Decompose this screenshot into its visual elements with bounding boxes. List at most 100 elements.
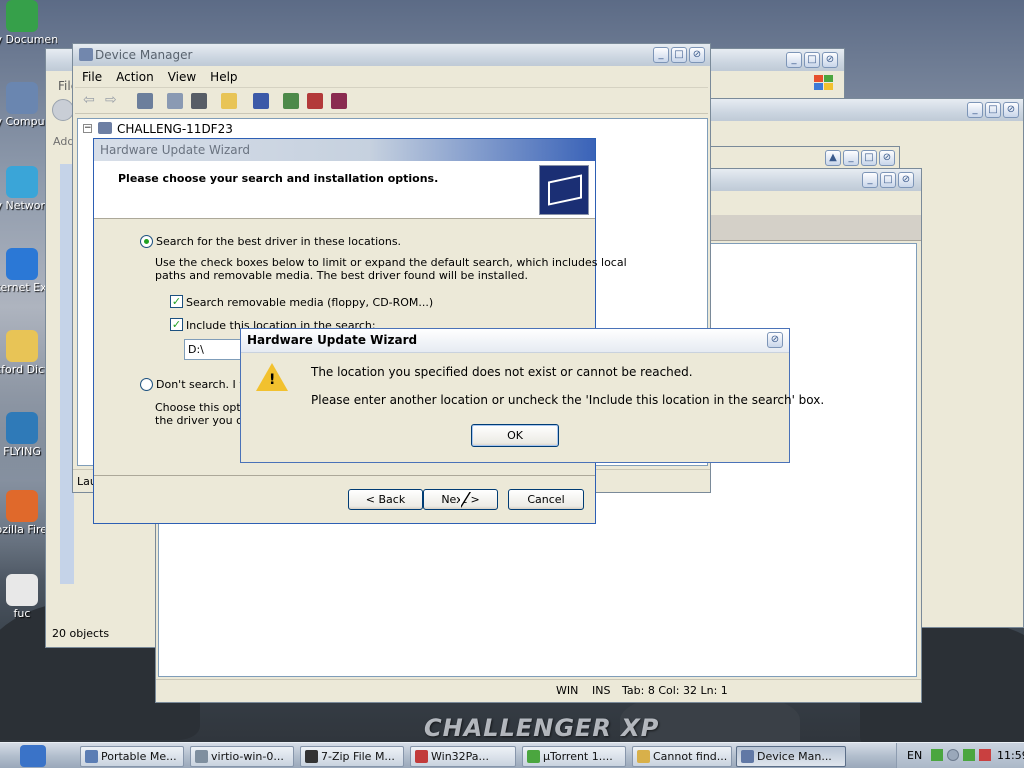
desktop-icon-label: My Documents xyxy=(0,34,58,46)
warning-exclamation-icon: ! xyxy=(269,372,276,388)
taskbar-app-icon xyxy=(527,750,540,763)
taskbar-button[interactable]: µTorrent 1.... xyxy=(522,746,626,767)
taskbar-app-icon xyxy=(305,750,318,763)
minimize-button[interactable]: _ xyxy=(967,102,983,118)
minimize-button[interactable]: _ xyxy=(653,47,669,63)
help-icon[interactable] xyxy=(221,93,237,109)
editor-status-bar: WIN INS Tab: 8 Col: 32 Ln: 1 xyxy=(156,679,921,701)
removable-media-checkbox[interactable]: ✓ xyxy=(170,295,183,308)
tray-volume-icon[interactable] xyxy=(947,749,959,761)
desktop-icon-image xyxy=(6,166,38,198)
taskbar-button-label: Device Man... xyxy=(757,750,832,763)
search-option-radio[interactable] xyxy=(140,235,153,248)
desktop-icon-image xyxy=(6,330,38,362)
close-button[interactable]: ⊘ xyxy=(822,52,838,68)
taskbar-button[interactable]: Cannot find... xyxy=(632,746,732,767)
desktop-brand-text: CHALLENGER XP xyxy=(424,714,660,742)
desktop-icon-image xyxy=(6,0,38,32)
mouse-cursor-icon xyxy=(460,491,470,507)
search-option-label[interactable]: Search for the best driver in these loca… xyxy=(156,235,401,248)
close-button[interactable]: ⊘ xyxy=(1003,102,1019,118)
taskbar: Portable Me... virtio-win-0... 7-Zip File … xyxy=(0,742,1024,768)
tree-root-computer[interactable]: CHALLENG-11DF23 xyxy=(117,122,233,136)
tray-app-icon[interactable] xyxy=(931,749,943,761)
background-window-title-bar[interactable]: _ □ ⊘ xyxy=(701,99,1023,121)
forward-arrow-icon[interactable]: ⇨ xyxy=(105,93,121,109)
explorer-status-text: 20 objects xyxy=(52,627,110,640)
maximize-button[interactable]: □ xyxy=(880,172,896,188)
wizard-title: Hardware Update Wizard xyxy=(100,143,250,157)
tree-collapse-icon[interactable]: − xyxy=(83,124,92,133)
status-ins: INS xyxy=(592,684,611,697)
uninstall-icon[interactable] xyxy=(307,93,323,109)
alert-message-2: Please enter another location or uncheck… xyxy=(311,393,825,407)
taskbar-button[interactable]: Device Man... xyxy=(736,746,846,767)
taskbar-app-icon xyxy=(415,750,428,763)
tray-clock: 11:59 م xyxy=(997,749,1024,762)
back-button[interactable]: < Back xyxy=(348,489,423,510)
taskbar-button[interactable]: Win32Pa... xyxy=(410,746,516,767)
menu-help[interactable]: Help xyxy=(203,66,244,88)
menu-file[interactable]: File xyxy=(75,66,109,88)
device-manager-title-bar[interactable]: Device Manager _ □ ⊘ xyxy=(73,44,710,66)
wizard-heading: Please choose your search and installati… xyxy=(118,172,439,185)
taskbar-button-label: µTorrent 1.... xyxy=(543,750,613,763)
menu-action[interactable]: Action xyxy=(109,66,161,88)
menu-view[interactable]: View xyxy=(161,66,203,88)
tray-network-icon[interactable] xyxy=(963,749,975,761)
minimize-button[interactable]: _ xyxy=(843,150,859,166)
print-icon[interactable] xyxy=(191,93,207,109)
taskbar-app-icon xyxy=(741,750,754,763)
close-button[interactable]: ⊘ xyxy=(689,47,705,63)
scroll-up-icon[interactable]: ▲ xyxy=(825,150,841,166)
system-tray: EN 11:59 م xyxy=(896,743,1024,768)
taskbar-button[interactable]: 7-Zip File M... xyxy=(300,746,404,767)
properties-icon[interactable] xyxy=(167,93,183,109)
desktop-icon[interactable]: My Documents xyxy=(0,0,58,46)
device-manager-title: Device Manager xyxy=(95,48,193,62)
cancel-button[interactable]: Cancel xyxy=(508,489,584,510)
search-description-line1: Use the check boxes below to limit or ex… xyxy=(155,256,627,269)
hardware-icon xyxy=(539,165,589,215)
language-indicator[interactable]: EN xyxy=(907,749,922,762)
show-hide-tree-icon[interactable] xyxy=(137,93,153,109)
background-window-small[interactable]: ▲ _ □ ⊘ xyxy=(700,146,900,170)
close-button[interactable]: ⊘ xyxy=(898,172,914,188)
taskbar-app-icon xyxy=(637,750,650,763)
disable-device-icon[interactable] xyxy=(331,93,347,109)
alert-message-1: The location you specified does not exis… xyxy=(311,365,693,379)
alert-title-bar[interactable]: Hardware Update Wizard ⊘ xyxy=(241,329,789,353)
back-arrow-icon[interactable] xyxy=(52,99,74,121)
taskbar-button-label: Win32Pa... xyxy=(431,750,490,763)
scan-hardware-icon[interactable] xyxy=(253,93,269,109)
wizard-title-bar[interactable]: Hardware Update Wizard xyxy=(94,139,595,161)
taskbar-button[interactable]: virtio-win-0... xyxy=(190,746,294,767)
alert-title: Hardware Update Wizard xyxy=(247,333,418,347)
wizard-divider xyxy=(94,475,595,476)
desktop-icon-image xyxy=(6,82,38,114)
device-manager-menu-bar: File Action View Help xyxy=(75,66,708,88)
taskbar-button-label: Portable Me... xyxy=(101,750,177,763)
close-button[interactable]: ⊘ xyxy=(879,150,895,166)
maximize-button[interactable]: □ xyxy=(671,47,687,63)
alert-dialog[interactable]: Hardware Update Wizard ⊘ ! The location … xyxy=(240,328,824,463)
start-button[interactable] xyxy=(20,745,46,767)
removable-media-label[interactable]: Search removable media (floppy, CD-ROM..… xyxy=(186,296,433,309)
tray-security-icon[interactable] xyxy=(979,749,991,761)
dont-search-radio[interactable] xyxy=(140,378,153,391)
ok-button[interactable]: OK xyxy=(471,424,559,447)
maximize-button[interactable]: □ xyxy=(861,150,877,166)
status-cursor-position: Tab: 8 Col: 32 Ln: 1 xyxy=(622,684,728,697)
desktop-icon-image xyxy=(6,248,38,280)
device-manager-toolbar: ⇦ ⇨ xyxy=(75,88,708,114)
maximize-button[interactable]: □ xyxy=(985,102,1001,118)
include-location-checkbox[interactable]: ✓ xyxy=(170,318,183,331)
minimize-button[interactable]: _ xyxy=(786,52,802,68)
taskbar-button[interactable]: Portable Me... xyxy=(80,746,184,767)
back-arrow-icon[interactable]: ⇦ xyxy=(83,93,99,109)
location-input[interactable]: D:\ xyxy=(184,339,244,360)
update-driver-icon[interactable] xyxy=(283,93,299,109)
minimize-button[interactable]: _ xyxy=(862,172,878,188)
close-button[interactable]: ⊘ xyxy=(767,332,783,348)
maximize-button[interactable]: □ xyxy=(804,52,820,68)
